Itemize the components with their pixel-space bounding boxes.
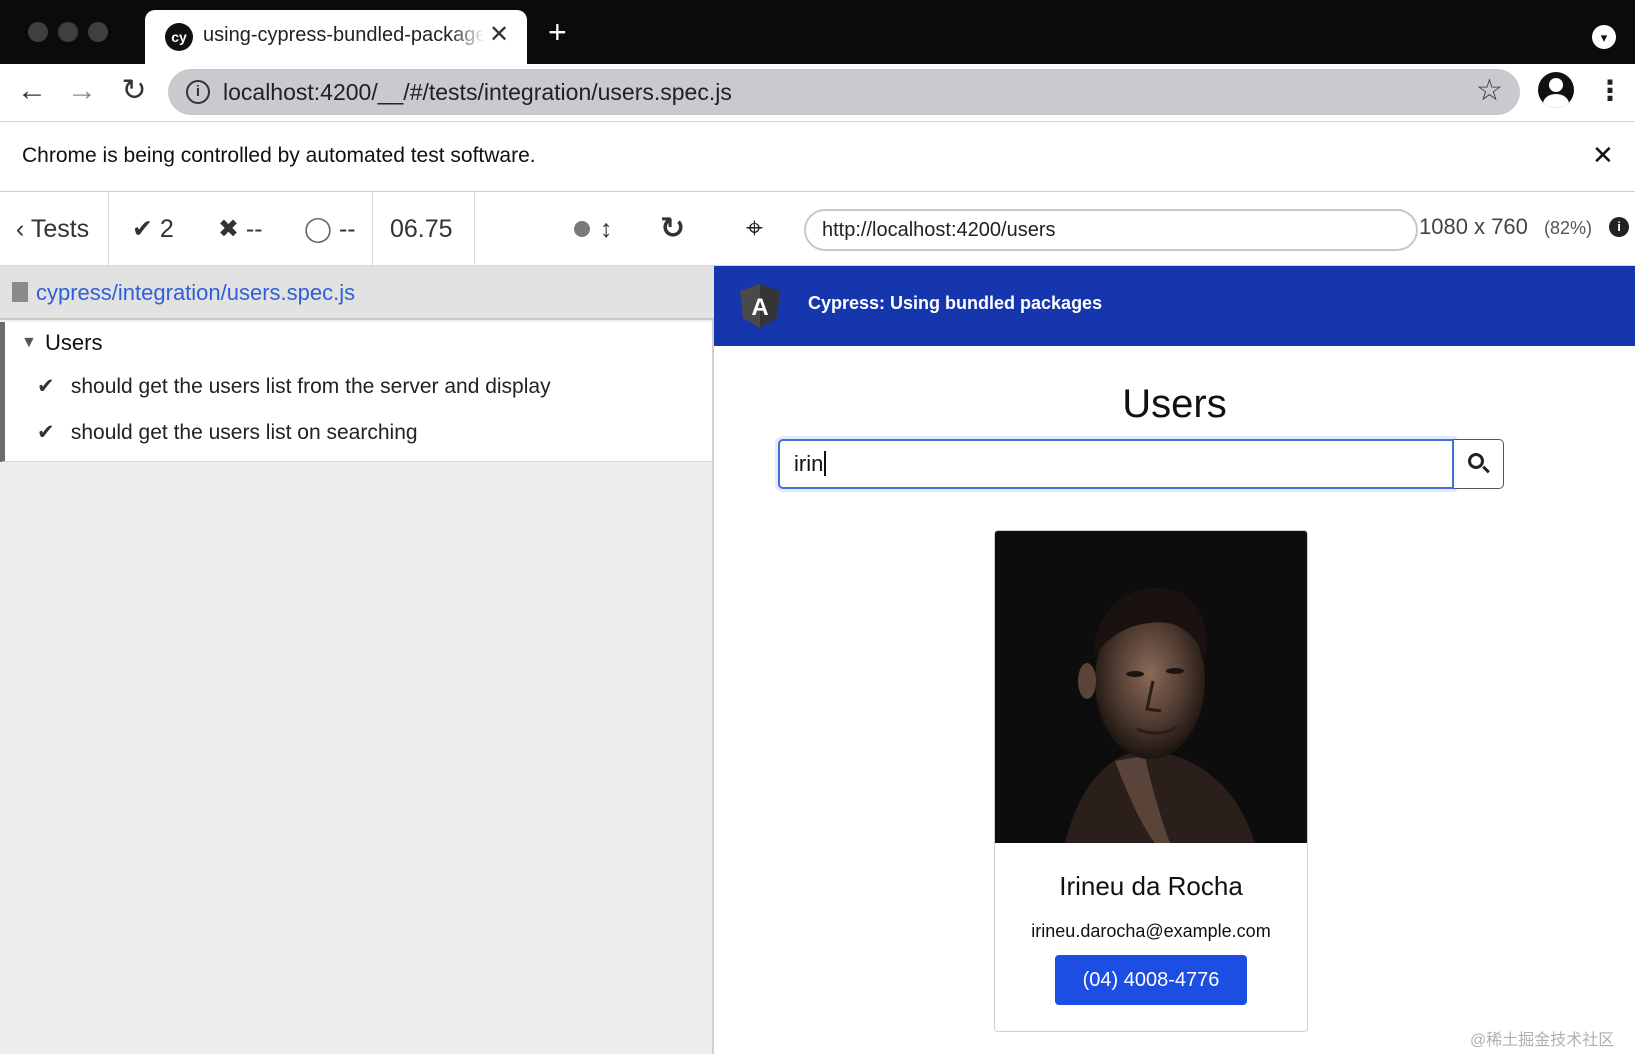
suite-title[interactable]: Users	[45, 330, 102, 356]
spec-file-header: cypress/integration/users.spec.js	[0, 266, 714, 320]
user-phone-button[interactable]: (04) 4008-4776	[1055, 955, 1247, 1005]
bookmark-star-icon[interactable]: ☆	[1476, 75, 1503, 107]
auto-scroll-toggle-icon[interactable]: ↕	[600, 192, 613, 266]
search-button[interactable]	[1454, 439, 1504, 489]
app-title: Cypress: Using bundled packages	[808, 293, 1103, 313]
selector-playground-icon[interactable]: ⌖	[746, 212, 763, 246]
viewport-scale: (82%)	[1544, 218, 1593, 238]
browser-menu-icon[interactable]: ⋮	[1596, 74, 1624, 108]
tab-search-icon[interactable]: ▾	[1592, 25, 1616, 49]
address-bar-url[interactable]: localhost:4200/__/#/tests/integration/us…	[223, 79, 732, 106]
reporter-stats-bar: ‹ Tests ✔ 2 ✖ -- ◯ -- 06.75 ↕ ↻	[0, 192, 714, 266]
infobar-close-icon[interactable]: ✕	[1592, 140, 1614, 171]
back-to-tests-button[interactable]: ‹ Tests	[16, 192, 89, 266]
browser-toolbar: ← → ↻ i localhost:4200/__/#/tests/integr…	[0, 64, 1635, 122]
watermark: @稀土掘金技术社区	[1470, 1032, 1615, 1049]
check-icon: ✔	[37, 421, 55, 444]
test-title: should get the users list from the serve…	[70, 375, 551, 398]
tab-close-icon[interactable]: ✕	[489, 22, 509, 48]
failed-count: ✖ --	[218, 215, 263, 243]
back-arrow-icon[interactable]: ←	[14, 74, 50, 110]
check-icon: ✔	[37, 375, 55, 398]
suite-users[interactable]: ▼ Users ✔ should get the users list from…	[0, 322, 712, 462]
rerun-tests-icon[interactable]: ↻	[660, 192, 685, 266]
aut-header: ⌖ http://localhost:4200/users 1080 x 760…	[714, 192, 1635, 266]
user-photo	[995, 531, 1307, 843]
browser-tab[interactable]: cy using-cypress-bundled-packages ✕	[145, 10, 527, 64]
minimize-window-icon[interactable]	[58, 22, 78, 42]
browser-title-bar: cy using-cypress-bundled-packages ✕ + ▾	[0, 0, 1635, 64]
site-info-icon[interactable]: i	[186, 80, 210, 104]
angular-logo-letter: A	[751, 294, 768, 321]
new-tab-icon[interactable]: +	[548, 16, 567, 48]
pending-circle-icon: ◯	[304, 215, 332, 243]
test-item[interactable]: ✔ should get the users list from the ser…	[37, 374, 551, 414]
reload-icon[interactable]: ↻	[116, 74, 152, 110]
test-title: should get the users list on searching	[70, 421, 418, 444]
forward-arrow-icon[interactable]: →	[64, 74, 100, 110]
spec-file-link[interactable]: cypress/integration/users.spec.js	[36, 280, 355, 306]
profile-avatar-icon[interactable]	[1538, 72, 1574, 108]
app-under-test: ⌖ http://localhost:4200/users 1080 x 760…	[714, 192, 1635, 1054]
cypress-favicon-icon: cy	[165, 23, 193, 51]
pending-count: ◯ --	[304, 215, 356, 243]
check-icon: ✔	[132, 215, 153, 243]
viewport-size: 1080 x 760	[1419, 214, 1528, 239]
viewport-info-icon[interactable]: i	[1609, 217, 1629, 237]
run-duration: 06.75	[390, 215, 453, 243]
angular-logo-icon: A	[740, 284, 780, 328]
aut-url-field[interactable]: http://localhost:4200/users	[804, 209, 1418, 251]
passed-count: ✔ 2	[132, 215, 174, 243]
caret-down-icon[interactable]: ▼	[21, 334, 37, 352]
infobar-message: Chrome is being controlled by automated …	[22, 144, 536, 167]
user-email: irineu.darocha@example.com	[1031, 921, 1271, 941]
file-icon	[12, 282, 28, 302]
user-card: Irineu da Rocha irineu.darocha@example.c…	[994, 530, 1308, 1032]
auto-scroll-indicator-icon	[574, 221, 590, 237]
x-icon: ✖	[218, 215, 239, 243]
close-window-icon[interactable]	[28, 22, 48, 42]
fullscreen-window-icon[interactable]	[88, 22, 108, 42]
address-bar[interactable]: i localhost:4200/__/#/tests/integration/…	[168, 69, 1520, 115]
test-item[interactable]: ✔ should get the users list on searching	[37, 420, 418, 460]
app-navbar: A Cypress: Using bundled packages	[714, 266, 1635, 346]
cypress-reporter: ‹ Tests ✔ 2 ✖ -- ◯ -- 06.75 ↕ ↻ cypress/…	[0, 192, 714, 1054]
user-name: Irineu da Rocha	[1059, 871, 1243, 901]
page-title: Users	[1122, 382, 1227, 426]
tab-title: using-cypress-bundled-packages	[203, 24, 483, 46]
search-input[interactable]: irin	[778, 439, 1454, 489]
automation-infobar: Chrome is being controlled by automated …	[0, 122, 1635, 192]
